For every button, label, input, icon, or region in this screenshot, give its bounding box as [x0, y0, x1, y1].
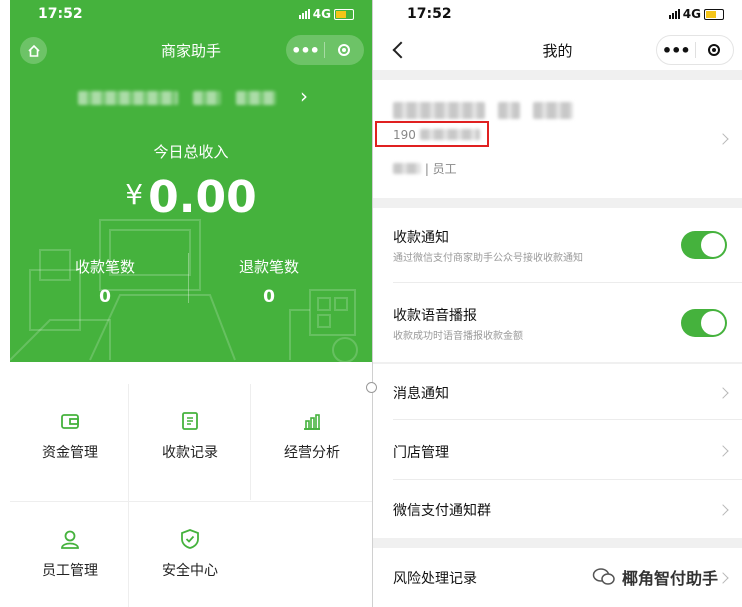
phone-digits-blurred: [419, 129, 480, 140]
setting-title: 收款语音播报: [393, 308, 477, 324]
screenshot-divider-handle: [366, 382, 377, 393]
setting-payment-notification: 收款通知 通过微信支付商家助手公众号接收收款通知: [373, 208, 742, 283]
currency-symbol: ¥: [125, 178, 144, 211]
status-bar: 17:52 4G: [10, 0, 372, 28]
person-icon: [61, 530, 79, 549]
watermark-text: 椰角智付助手: [621, 569, 718, 588]
battery-icon: [704, 8, 724, 20]
profile-name-blurred: [393, 102, 574, 123]
profile-card[interactable]: 190 | 员工: [373, 80, 742, 198]
menu-label: 资金管理: [42, 445, 98, 461]
profile-role-row: | 员工: [393, 160, 457, 177]
chevron-right-icon: ›: [300, 84, 308, 108]
chart-icon: [304, 414, 320, 430]
menu-label: 经营分析: [284, 445, 340, 461]
menu-label: 员工管理: [42, 563, 98, 579]
stat-value: 0: [263, 287, 275, 307]
income-label: 今日总收入: [153, 143, 229, 161]
shield-icon: [181, 529, 199, 549]
setting-subtitle: 通过微信支付商家助手公众号接收收款通知: [393, 253, 583, 264]
income-value: 0.00: [148, 172, 257, 223]
menu-fund-management[interactable]: 资金管理: [10, 384, 130, 494]
menu-business-analysis[interactable]: 经营分析: [252, 384, 372, 494]
payment-notification-toggle[interactable]: [681, 231, 727, 259]
merchant-name-blurred: [78, 91, 178, 105]
income-amount: ¥ 0.00: [10, 172, 372, 223]
profile-role: | 员工: [424, 162, 457, 176]
profile-phone: 190: [393, 128, 480, 142]
chevron-right-icon: [717, 572, 729, 584]
left-phone-screen: 17:52 4G 商家助手 ••• › 今日总收入 ¥ 0.00 收款笔数 0 …: [0, 0, 372, 607]
wallet-icon: [61, 414, 79, 429]
stat-received-count[interactable]: 收款笔数 0: [45, 256, 165, 307]
status-indicators: 4G: [298, 7, 354, 21]
target-icon: [338, 44, 350, 56]
menu-message-notification[interactable]: 消息通知: [373, 364, 742, 420]
menu-staff-management[interactable]: 员工管理: [10, 502, 130, 607]
close-button[interactable]: [325, 44, 363, 56]
chevron-right-icon: [717, 387, 729, 399]
right-phone-screen: 17:52 4G 我的 ••• 190 | 员工 收款通知 通过微信支付商家助手…: [372, 0, 742, 607]
chevron-right-icon: [717, 133, 729, 145]
chevron-right-icon: [717, 445, 729, 457]
status-indicators: 4G: [668, 7, 724, 21]
menu-payment-records[interactable]: 收款记录: [130, 384, 250, 494]
setting-title: 收款通知: [393, 230, 449, 246]
menu-title: 门店管理: [393, 445, 449, 461]
signal-icon: [298, 9, 310, 19]
stat-label: 退款笔数: [238, 258, 299, 276]
more-button[interactable]: •••: [657, 41, 695, 60]
receipt-icon: [182, 412, 198, 430]
setting-voice-broadcast: 收款语音播报 收款成功时语音播报收款金额: [373, 283, 742, 362]
mini-program-capsule[interactable]: •••: [286, 35, 364, 65]
menu-store-management[interactable]: 门店管理: [373, 420, 742, 480]
menu-wechat-pay-group[interactable]: 微信支付通知群: [373, 480, 742, 538]
stat-divider: [188, 253, 189, 303]
stat-refund-count[interactable]: 退款笔数 0: [209, 256, 329, 307]
phone-prefix: 190: [393, 128, 416, 142]
status-time: 17:52: [38, 6, 83, 22]
network-label: 4G: [312, 7, 331, 21]
signal-icon: [668, 9, 680, 19]
chevron-right-icon: [717, 504, 729, 516]
wechat-official-account-icon: [592, 568, 615, 585]
function-grid: 资金管理 收款记录 经营分析 员工管理 安全中心: [10, 384, 372, 607]
top-bar: 17:52 4G 我的 •••: [373, 0, 742, 70]
menu-label: 收款记录: [162, 445, 218, 461]
close-button[interactable]: [695, 44, 733, 56]
status-bar: 17:52 4G: [373, 0, 742, 28]
menu-security-center[interactable]: 安全中心: [130, 502, 250, 607]
target-icon: [708, 44, 721, 56]
menu-label: 安全中心: [162, 563, 218, 579]
stat-label: 收款笔数: [74, 258, 135, 276]
network-label: 4G: [682, 7, 701, 21]
mini-program-capsule[interactable]: •••: [656, 35, 734, 65]
menu-title: 微信支付通知群: [393, 503, 491, 519]
menu-title: 风险处理记录: [393, 571, 477, 587]
stat-value: 0: [99, 287, 111, 307]
merchant-name-row[interactable]: ›: [78, 84, 308, 108]
status-time: 17:52: [407, 6, 452, 22]
voice-broadcast-toggle[interactable]: [681, 309, 727, 337]
more-button[interactable]: •••: [286, 41, 324, 60]
income-header: 17:52 4G 商家助手 ••• › 今日总收入 ¥ 0.00 收款笔数 0 …: [10, 0, 372, 362]
menu-title: 消息通知: [393, 386, 449, 402]
setting-subtitle: 收款成功时语音播报收款金额: [393, 331, 523, 342]
battery-icon: [334, 8, 354, 20]
watermark: 椰角智付助手: [592, 565, 718, 589]
